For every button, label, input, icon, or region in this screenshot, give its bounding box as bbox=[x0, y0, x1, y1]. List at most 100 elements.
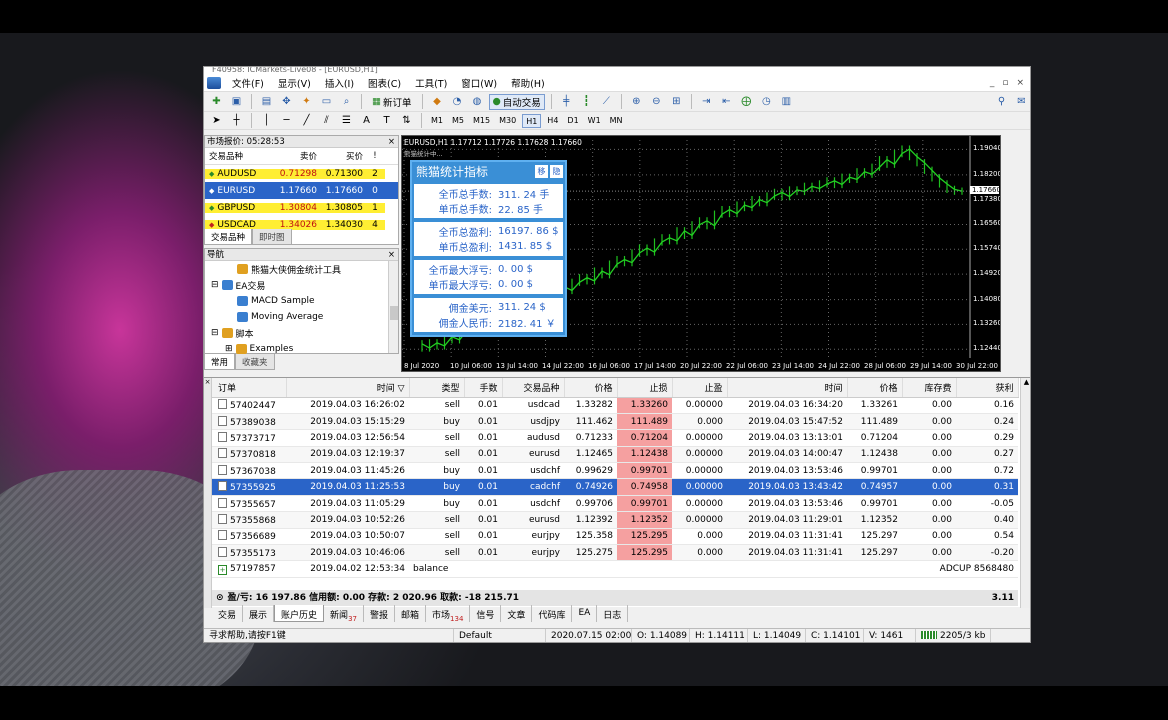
navigator-item[interactable]: ⊟ EA交易 bbox=[205, 277, 398, 293]
terminal-tab[interactable]: 代码库 bbox=[532, 605, 573, 622]
market-watch-icon[interactable]: ▤ bbox=[258, 94, 275, 110]
tree-toggle-icon[interactable]: ⊟ bbox=[211, 280, 219, 290]
terminal-tab[interactable]: 展示 bbox=[243, 605, 275, 622]
terminal-scrollbar[interactable]: ▲ bbox=[1020, 378, 1030, 608]
menu-view[interactable]: 显示(V) bbox=[271, 76, 318, 90]
new-order-button[interactable]: ▦ 新订单 bbox=[368, 94, 416, 110]
text-icon[interactable]: A bbox=[358, 113, 375, 129]
chat-icon[interactable]: ✉ bbox=[1013, 94, 1030, 110]
fibonacci-icon[interactable]: ☰ bbox=[338, 113, 355, 129]
menu-file[interactable]: 文件(F) bbox=[225, 76, 271, 90]
terminal-icon[interactable]: ▭ bbox=[318, 94, 335, 110]
navigator-scrollbar[interactable] bbox=[388, 261, 398, 353]
navigator-icon[interactable]: ✦ bbox=[298, 94, 315, 110]
column-spread[interactable]: ! bbox=[365, 151, 385, 161]
navigator-item[interactable]: MACD Sample bbox=[205, 293, 398, 309]
column-close-price[interactable]: 价格 bbox=[847, 378, 903, 398]
terminal-tab[interactable]: 账户历史 bbox=[274, 605, 325, 622]
search-icon[interactable]: ⚲ bbox=[993, 94, 1010, 110]
timeframe-m1[interactable]: M1 bbox=[428, 114, 446, 128]
auto-trading-button[interactable]: ● 自动交易 bbox=[488, 93, 545, 110]
close-icon[interactable]: × bbox=[388, 136, 398, 147]
trendline-icon[interactable]: ╱ bbox=[298, 113, 315, 129]
column-stop-loss[interactable]: 止损 bbox=[617, 378, 673, 398]
tab-favorites[interactable]: 收藏夹 bbox=[235, 354, 275, 370]
crosshair-icon[interactable]: ┼ bbox=[228, 113, 245, 129]
column-open-price[interactable]: 价格 bbox=[564, 378, 618, 398]
table-row[interactable]: 57355925 2019.04.03 11:25:53 buy 0.01 cadchf… bbox=[212, 478, 1018, 496]
column-type[interactable]: 类型 bbox=[409, 378, 465, 398]
timeframe-w1[interactable]: W1 bbox=[585, 114, 604, 128]
timeframe-m5[interactable]: M5 bbox=[449, 114, 467, 128]
table-row[interactable]: 57370818 2019.04.03 12:19:37 sell 0.01 eurus… bbox=[212, 446, 1018, 464]
tab-tick-chart[interactable]: 即时图 bbox=[252, 229, 292, 245]
autoscroll-icon[interactable]: ⇥ bbox=[698, 94, 715, 110]
market-watch-row[interactable]: ◆ EURUSD 1.17660 1.17660 0 bbox=[205, 182, 398, 199]
terminal-tab[interactable]: 新闻37 bbox=[324, 605, 364, 623]
navigator-item[interactable]: 熊猫大侠佣金统计工具 bbox=[205, 261, 398, 277]
terminal-tab[interactable]: 邮箱 bbox=[395, 605, 427, 622]
terminal-tab[interactable]: 市场134 bbox=[426, 605, 471, 623]
timeframe-d1[interactable]: D1 bbox=[564, 114, 581, 128]
bar-chart-icon[interactable]: ╪ bbox=[558, 94, 575, 110]
arrows-icon[interactable]: ⇅ bbox=[398, 113, 415, 129]
column-swap[interactable]: 库存费 bbox=[902, 378, 957, 398]
column-take-profit[interactable]: 止盈 bbox=[672, 378, 728, 398]
signals-icon[interactable]: ◔ bbox=[449, 94, 466, 110]
terminal-tab[interactable]: 信号 bbox=[470, 605, 502, 622]
navigator-item[interactable]: Moving Average bbox=[205, 309, 398, 325]
column-symbol[interactable]: 交易品种 bbox=[502, 378, 565, 398]
table-row[interactable]: 57402447 2019.04.03 16:26:02 sell 0.01 usdca… bbox=[212, 397, 1018, 414]
periods-icon[interactable]: ◷ bbox=[758, 94, 775, 110]
tile-windows-icon[interactable]: ⊞ bbox=[668, 94, 685, 110]
timeframe-m15[interactable]: M15 bbox=[470, 114, 493, 128]
tab-symbols[interactable]: 交易品种 bbox=[204, 229, 253, 245]
scrollbar-thumb[interactable] bbox=[390, 306, 398, 320]
terminal-side-close[interactable]: × bbox=[205, 378, 211, 386]
menu-charts[interactable]: 图表(C) bbox=[361, 76, 408, 90]
column-ask[interactable]: 买价 bbox=[319, 150, 365, 162]
channel-icon[interactable]: ⫽ bbox=[318, 113, 335, 129]
column-lots[interactable]: 手数 bbox=[464, 378, 503, 398]
indicators-icon[interactable]: ⨁ bbox=[738, 94, 755, 110]
terminal-tab[interactable]: 警报 bbox=[364, 605, 395, 622]
candlestick-icon[interactable]: ┇ bbox=[578, 94, 595, 110]
timeframe-h4[interactable]: H4 bbox=[544, 114, 561, 128]
terminal-tab[interactable]: 文章 bbox=[501, 605, 533, 622]
menu-tools[interactable]: 工具(T) bbox=[408, 76, 454, 90]
timeframe-h1[interactable]: H1 bbox=[522, 113, 542, 128]
timeframe-mn[interactable]: MN bbox=[607, 114, 626, 128]
vertical-line-icon[interactable]: │ bbox=[258, 113, 275, 129]
close-icon[interactable]: × bbox=[388, 249, 398, 260]
balance-row[interactable]: +57197857 2019.04.02 12:53:34 balance ADCUP… bbox=[212, 560, 1018, 578]
new-chart-icon[interactable]: ✚ bbox=[208, 94, 225, 110]
market-icon[interactable]: ◍ bbox=[469, 94, 486, 110]
menu-help[interactable]: 帮助(H) bbox=[504, 76, 552, 90]
terminal-tab[interactable]: EA bbox=[572, 605, 598, 622]
column-bid[interactable]: 卖价 bbox=[273, 150, 319, 162]
terminal-tab[interactable]: 日志 bbox=[597, 605, 629, 622]
cursor-icon[interactable]: ➤ bbox=[208, 113, 225, 129]
zoom-in-icon[interactable]: ⊕ bbox=[628, 94, 645, 110]
navigator-item[interactable]: ⊟ 脚本 bbox=[205, 325, 398, 341]
terminal-tab[interactable]: 交易 bbox=[212, 605, 244, 622]
table-row[interactable]: 57389038 2019.04.03 15:15:29 buy 0.01 usdjpy… bbox=[212, 413, 1018, 431]
zoom-out-icon[interactable]: ⊖ bbox=[648, 94, 665, 110]
column-open-time[interactable]: 时间 ▽ bbox=[286, 378, 410, 398]
metaeditor-icon[interactable]: ◆ bbox=[429, 94, 446, 110]
line-chart-icon[interactable]: ⟋ bbox=[598, 94, 615, 110]
tree-toggle-icon[interactable]: ⊞ bbox=[225, 344, 233, 354]
table-row[interactable]: 57355868 2019.04.03 10:52:26 sell 0.01 eurus… bbox=[212, 511, 1018, 529]
templates-icon[interactable]: ▥ bbox=[778, 94, 795, 110]
menu-window[interactable]: 窗口(W) bbox=[454, 76, 504, 90]
timeframe-m30[interactable]: M30 bbox=[496, 114, 519, 128]
table-row[interactable]: 57355173 2019.04.03 10:46:06 sell 0.01 eurjp… bbox=[212, 544, 1018, 562]
table-row[interactable]: 57355657 2019.04.03 11:05:29 buy 0.01 usdchf… bbox=[212, 495, 1018, 513]
table-row[interactable]: 57356689 2019.04.03 10:50:07 sell 0.01 eurjp… bbox=[212, 528, 1018, 546]
horizontal-line-icon[interactable]: ─ bbox=[278, 113, 295, 129]
restore-button[interactable]: ▫ bbox=[1002, 78, 1008, 88]
column-close-time[interactable]: 时间 bbox=[727, 378, 848, 398]
move-button[interactable]: 移 bbox=[535, 165, 548, 178]
column-profit[interactable]: 获利 bbox=[956, 378, 1019, 398]
label-icon[interactable]: T bbox=[378, 113, 395, 129]
